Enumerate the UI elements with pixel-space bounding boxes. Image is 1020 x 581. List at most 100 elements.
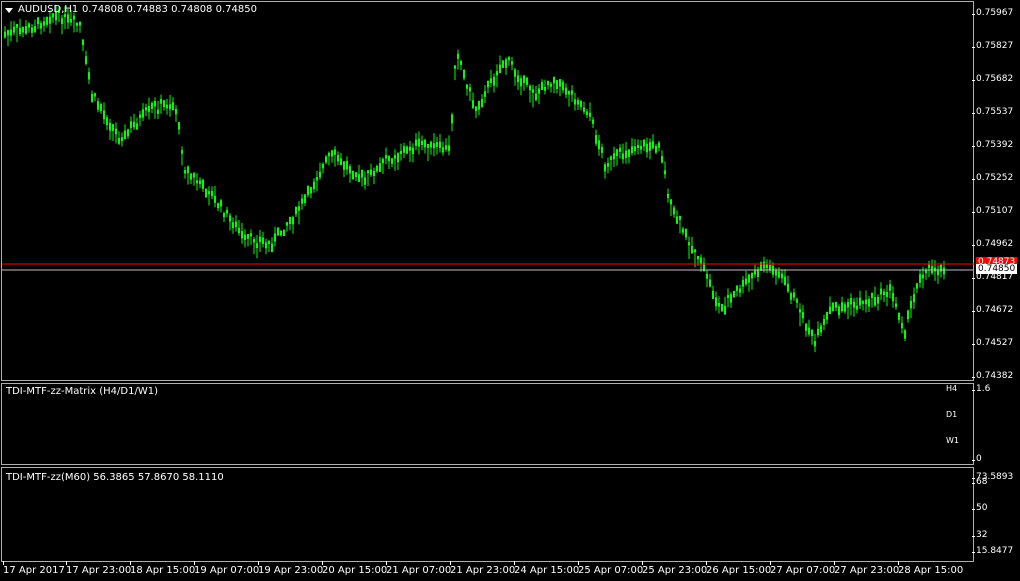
candle-body: [577, 100, 579, 105]
candle-body: [433, 143, 435, 149]
candle-body: [340, 158, 342, 166]
candle-body: [592, 119, 594, 124]
price-scale-tick: 0.74672: [971, 305, 1014, 315]
candle-body: [202, 180, 204, 189]
chart-menu-arrow-icon[interactable]: [5, 8, 13, 13]
candle-body: [661, 156, 663, 163]
candle-body: [685, 228, 687, 238]
candle-body: [325, 156, 327, 163]
candle-body: [319, 171, 321, 178]
candle-body: [145, 107, 147, 111]
candle-body: [745, 278, 747, 285]
candle-body: [40, 23, 42, 29]
price-scale-tick: 0.75392: [971, 140, 1014, 150]
candle-body: [316, 177, 318, 181]
candle-body: [376, 166, 378, 172]
candle-body: [181, 150, 183, 154]
candle-body: [403, 146, 405, 153]
candle-body: [88, 72, 90, 80]
candle-body: [247, 233, 249, 239]
candle-body: [235, 221, 237, 228]
candle-body: [226, 209, 228, 214]
candle-body: [310, 187, 312, 194]
candle-body: [382, 158, 384, 164]
candle-body: [655, 145, 657, 153]
candle-body: [715, 297, 717, 307]
candle-body: [268, 240, 270, 244]
candle-body: [688, 242, 690, 246]
candle-body: [826, 311, 828, 320]
candle-body: [400, 150, 402, 155]
candle-body: [337, 155, 339, 162]
candle-body: [241, 230, 243, 239]
candle-body: [835, 301, 837, 308]
candle-body: [124, 130, 126, 140]
candle-body: [7, 29, 9, 36]
candle-body: [160, 99, 162, 104]
candle-body: [106, 117, 108, 126]
candle-body: [418, 138, 420, 147]
price-scale-tick: 0.75107: [971, 206, 1014, 216]
candle-body: [625, 150, 627, 158]
candle-body: [682, 228, 684, 233]
candle-body: [472, 100, 474, 109]
candle-body: [877, 296, 879, 304]
candle-body: [640, 145, 642, 150]
candle-body: [22, 26, 24, 33]
candle-body: [565, 87, 567, 95]
candle-body: [811, 329, 813, 337]
candle-body: [436, 142, 438, 147]
candle-body: [406, 146, 408, 154]
candle-body: [769, 265, 771, 270]
candle-body: [475, 106, 477, 112]
time-axis-label: 19 Apr 07:00: [194, 561, 260, 576]
candle-body: [361, 169, 363, 178]
candle-body: [187, 166, 189, 174]
candle-body: [883, 291, 885, 296]
candle-body: [112, 124, 114, 131]
candle-body: [367, 170, 369, 174]
candle-body: [667, 193, 669, 199]
candle-body: [781, 273, 783, 279]
candle-body: [910, 300, 912, 309]
candle-body: [346, 160, 348, 170]
candle-body: [838, 306, 840, 316]
candle-body: [415, 139, 417, 146]
candle-body: [148, 105, 150, 113]
time-axis-label: 24 Apr 15:00: [514, 561, 580, 576]
candle-body: [490, 78, 492, 83]
candle-body: [412, 147, 414, 155]
time-axis-label: 17 Apr 23:00: [66, 561, 132, 576]
candle-body: [397, 153, 399, 163]
candle-body: [916, 283, 918, 289]
tdi-scale-tick: 32: [971, 530, 988, 540]
matrix-row-label-d1: D1: [946, 410, 958, 419]
candle-body: [724, 305, 726, 315]
candle-body: [13, 26, 15, 33]
candle-body: [259, 236, 261, 243]
candle-body: [892, 292, 894, 302]
candle-body: [136, 123, 138, 130]
candle-body: [91, 93, 93, 103]
candle-body: [388, 155, 390, 162]
candle-body: [331, 150, 333, 157]
time-axis-label: 26 Apr 15:00: [706, 561, 772, 576]
candle-body: [265, 242, 267, 249]
candle-body: [721, 303, 723, 312]
candle-body: [904, 330, 906, 339]
candle-body: [583, 107, 585, 112]
price-scale-tick: 0.75537: [971, 107, 1014, 117]
candle-body: [706, 273, 708, 279]
candle-body: [637, 144, 639, 148]
candle-body: [322, 163, 324, 169]
candle-body: [298, 206, 300, 211]
candle-body: [424, 139, 426, 148]
candle-body: [370, 169, 372, 176]
candle-body: [358, 174, 360, 182]
candle-body: [763, 261, 765, 269]
candle-body: [118, 137, 120, 144]
candle-body: [61, 18, 63, 25]
candle-body: [466, 84, 468, 89]
candle-body: [643, 139, 645, 147]
candle-body: [154, 101, 156, 107]
